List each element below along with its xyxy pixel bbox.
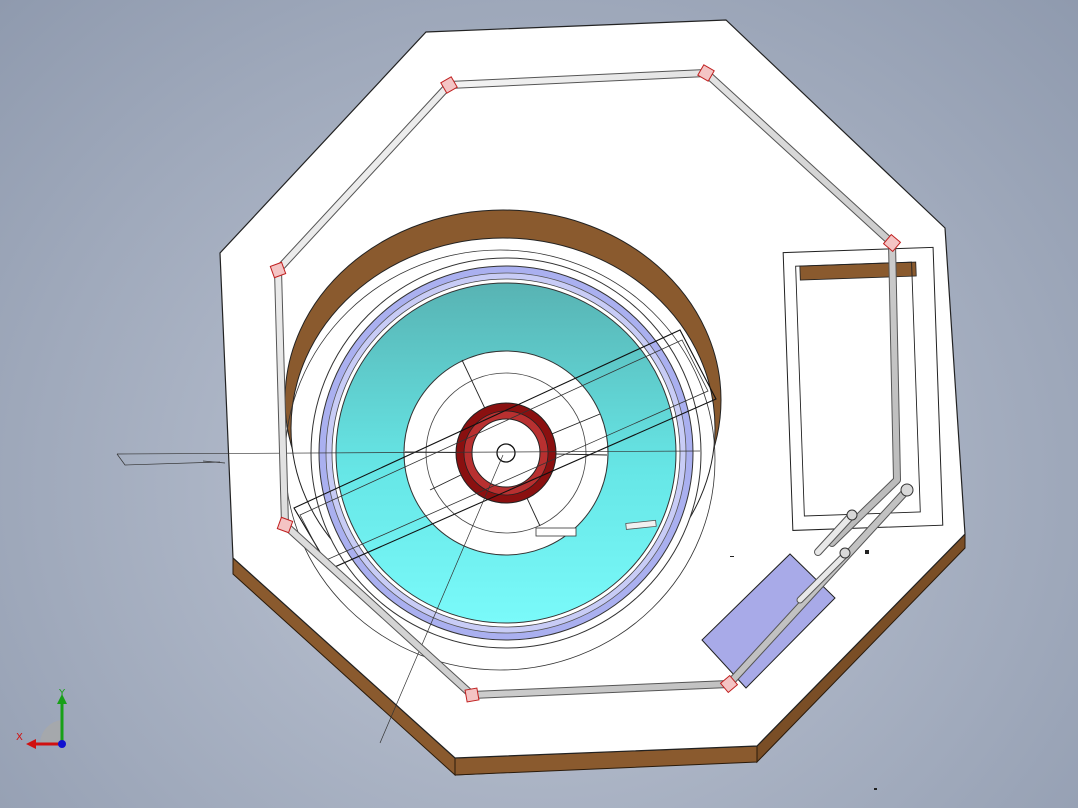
marker-dot <box>865 550 869 554</box>
marker-dash <box>730 556 734 557</box>
marker-dot-2 <box>874 788 877 790</box>
side-frame-outer[interactable] <box>782 246 944 531</box>
valve-cap-1 <box>900 483 914 497</box>
triad-plane-shading <box>39 720 62 744</box>
valve-cap-2 <box>846 509 858 521</box>
x-axis-label: X <box>16 732 23 743</box>
coordinate-triad: X Y <box>10 680 80 760</box>
cad-viewport[interactable]: X Y <box>0 0 1078 808</box>
model-view[interactable] <box>0 0 1078 808</box>
x-axis-arrow <box>26 739 36 749</box>
triad-graphic <box>26 694 67 749</box>
fitting-bottom-left <box>464 687 480 703</box>
shaft[interactable] <box>496 443 516 463</box>
y-axis-label: Y <box>59 688 66 699</box>
z-axis-dot <box>58 740 66 748</box>
slot-1 <box>535 527 577 537</box>
valve-cap-3 <box>839 547 851 559</box>
